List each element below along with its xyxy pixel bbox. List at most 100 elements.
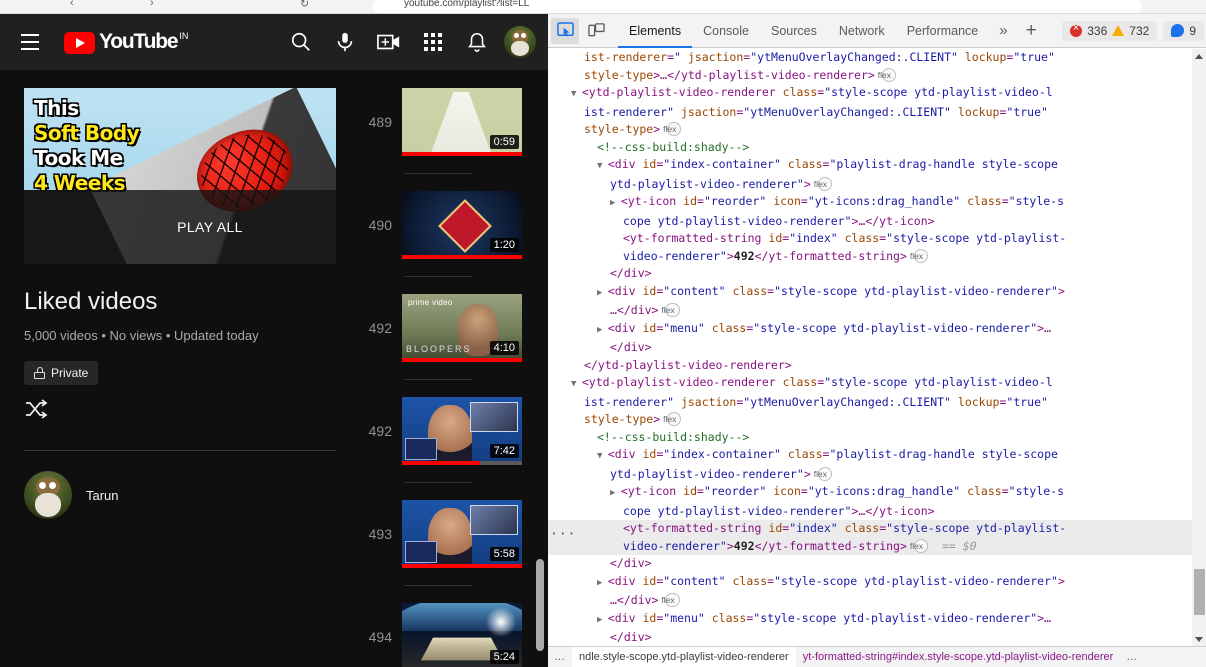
flex-badge[interactable]: flex (663, 412, 682, 426)
scroll-down-arrow-icon[interactable] (1192, 632, 1206, 646)
expand-arrow-right-icon[interactable]: ▶ (610, 198, 621, 208)
breadcrumb-item[interactable]: ndle.style-scope.ytd-playlist-video-rend… (572, 647, 796, 667)
expand-arrow-right-icon[interactable]: ▶ (597, 288, 608, 298)
back-button[interactable]: ‹ (70, 0, 74, 9)
expand-arrow-right-icon[interactable]: ▶ (597, 615, 608, 625)
dom-ellipsis-marker[interactable]: ··· (550, 526, 576, 544)
dom-line[interactable]: ▼ <div id="index-container" class="playl… (548, 156, 1206, 176)
breadcrumb-item[interactable]: … (548, 651, 572, 663)
dom-line[interactable]: cope ytd-playlist-video-renderer">…</yt-… (548, 503, 1206, 521)
dom-line[interactable]: </div> (548, 555, 1206, 573)
expand-arrow-down-icon[interactable]: ▼ (597, 161, 608, 171)
devtools-scrollbar-thumb[interactable] (1194, 569, 1205, 615)
inspect-element-icon[interactable] (551, 17, 579, 44)
dom-line[interactable]: ▶ <yt-icon id="reorder" icon="yt-icons:d… (548, 483, 1206, 503)
dom-line[interactable]: style-type> flex (548, 411, 1206, 429)
dom-line[interactable]: </div> (548, 339, 1206, 357)
breadcrumb-item[interactable]: yt-formatted-string#index.style-scope.yt… (796, 647, 1121, 667)
dom-line[interactable]: <yt-formatted-string id="index" class="s… (548, 520, 1206, 538)
flex-badge[interactable]: flex (814, 176, 832, 191)
expand-arrow-right-icon[interactable]: ▶ (597, 325, 608, 335)
video-thumbnail[interactable]: 5:24 (402, 602, 522, 667)
flex-badge[interactable]: flex (663, 122, 682, 136)
forward-button[interactable]: › (150, 0, 154, 9)
dom-tree[interactable]: ist-renderer=" jsaction="ytMenuOverlayCh… (548, 49, 1206, 646)
dom-line[interactable]: video-renderer">492</yt-formatted-string… (548, 538, 1206, 556)
dom-line[interactable]: <!--css-build:shady--> (548, 429, 1206, 447)
dom-line[interactable]: </div> (548, 265, 1206, 283)
flex-badge[interactable]: flex (661, 303, 680, 317)
dom-line[interactable]: ist-renderer" jsaction="ytMenuOverlayCha… (548, 104, 1206, 122)
dom-line[interactable]: ▶ <div id="content" class="style-scope y… (548, 573, 1206, 593)
playlist-video-row[interactable]: 492 7:42 (356, 379, 548, 482)
playlist-video-row[interactable]: 494 5:24 (356, 585, 548, 667)
apps-grid-icon[interactable] (416, 25, 450, 59)
playlist-video-row[interactable]: 493 5:58 (356, 482, 548, 585)
dom-line[interactable]: <!--css-build:shady--> (548, 139, 1206, 157)
breadcrumb[interactable]: … ndle.style-scope.ytd-playlist-video-ren… (548, 646, 1206, 667)
flex-badge[interactable]: flex (878, 67, 896, 82)
play-all-button[interactable]: PLAY ALL (24, 190, 336, 264)
device-toolbar-icon[interactable] (582, 18, 610, 44)
playlist-video-row[interactable]: 489 0:59 (356, 70, 548, 173)
flex-badge[interactable]: flex (814, 466, 832, 481)
dom-line[interactable]: …</div> flex (548, 592, 1206, 610)
create-video-icon[interactable] (372, 25, 406, 59)
playlist-video-list[interactable]: 4890:594901:20492prime video4:104927:424… (356, 70, 548, 667)
search-icon[interactable] (284, 25, 318, 59)
playlist-thumbnail[interactable]: This Soft Body Took Me 4 Weeks PLAY ALL (24, 88, 336, 264)
expand-arrow-right-icon[interactable]: ▶ (610, 488, 621, 498)
privacy-badge[interactable]: Private (24, 361, 99, 385)
flex-badge[interactable]: flex (661, 593, 680, 607)
video-thumbnail[interactable]: 5:58 (402, 499, 522, 568)
devtools-scrollbar-track[interactable] (1192, 49, 1206, 646)
youtube-logo[interactable]: YouTube IN (64, 30, 188, 54)
expand-arrow-down-icon[interactable]: ▼ (597, 451, 608, 461)
dom-line[interactable]: ▶ <div id="content" class="style-scope y… (548, 283, 1206, 303)
selected-dom-node[interactable]: ··· <yt-formatted-string id="index" class… (548, 520, 1206, 555)
dom-line[interactable]: ist-renderer" jsaction="ytMenuOverlayCha… (548, 394, 1206, 412)
playlist-video-row[interactable]: 492 prime video4:10 (356, 276, 548, 379)
error-warning-badge[interactable]: 336 732 (1062, 20, 1158, 41)
dom-line[interactable]: ▼ <ytd-playlist-video-renderer class="st… (548, 374, 1206, 394)
reload-button[interactable]: ↻ (300, 0, 309, 10)
tab-sources[interactable]: Sources (760, 14, 828, 48)
microphone-icon[interactable] (328, 25, 362, 59)
flex-badge[interactable]: flex (910, 248, 929, 263)
youtube-scrollbar-thumb[interactable] (536, 559, 544, 651)
devtools-tab-strip[interactable]: Elements Console Sources Network Performance (618, 14, 989, 48)
dom-line[interactable]: style-type> flex (548, 121, 1206, 139)
add-panel-button[interactable]: + (1018, 20, 1045, 42)
playlist-video-row[interactable]: 490 1:20 (356, 173, 548, 276)
more-tabs-icon[interactable]: » (989, 22, 1017, 39)
flex-badge[interactable]: flex (910, 538, 929, 553)
tab-network[interactable]: Network (828, 14, 896, 48)
tab-elements[interactable]: Elements (618, 14, 692, 48)
dom-line[interactable]: </ytd-playlist-video-renderer> (548, 357, 1206, 375)
playlist-owner[interactable]: Tarun (24, 471, 332, 519)
message-badge[interactable]: 9 (1163, 20, 1204, 41)
dom-line[interactable]: ▶ <yt-icon id="reorder" icon="yt-icons:d… (548, 193, 1206, 213)
tab-performance[interactable]: Performance (896, 14, 990, 48)
dom-line[interactable]: ist-renderer=" jsaction="ytMenuOverlayCh… (548, 49, 1206, 67)
tab-console[interactable]: Console (692, 14, 760, 48)
dom-line[interactable]: cope ytd-playlist-video-renderer">…</yt-… (548, 213, 1206, 231)
expand-arrow-down-icon[interactable]: ▼ (571, 89, 582, 99)
expand-arrow-down-icon[interactable]: ▼ (571, 379, 582, 389)
video-thumbnail[interactable]: 7:42 (402, 396, 522, 465)
dom-line[interactable]: style-type>…</ytd-playlist-video-rendere… (548, 67, 1206, 85)
video-thumbnail[interactable]: prime video4:10 (402, 293, 522, 362)
scroll-up-arrow-icon[interactable] (1192, 49, 1206, 63)
dom-line[interactable]: ▼ <div id="index-container" class="playl… (548, 446, 1206, 466)
video-thumbnail[interactable]: 1:20 (402, 190, 522, 259)
shuffle-icon[interactable] (24, 399, 332, 424)
dom-line[interactable]: <yt-formatted-string id="index" class="s… (548, 230, 1206, 248)
dom-line[interactable]: </div> (548, 629, 1206, 646)
dom-line[interactable]: ▼ <ytd-playlist-video-renderer class="st… (548, 84, 1206, 104)
avatar[interactable] (504, 26, 536, 58)
bell-icon[interactable] (460, 25, 494, 59)
dom-line[interactable]: ▶ <div id="menu" class="style-scope ytd-… (548, 320, 1206, 340)
dom-line[interactable]: …</div> flex (548, 302, 1206, 320)
dom-line[interactable]: ytd-playlist-video-renderer"> flex (548, 176, 1206, 194)
dom-line[interactable]: video-renderer">492</yt-formatted-string… (548, 248, 1206, 266)
